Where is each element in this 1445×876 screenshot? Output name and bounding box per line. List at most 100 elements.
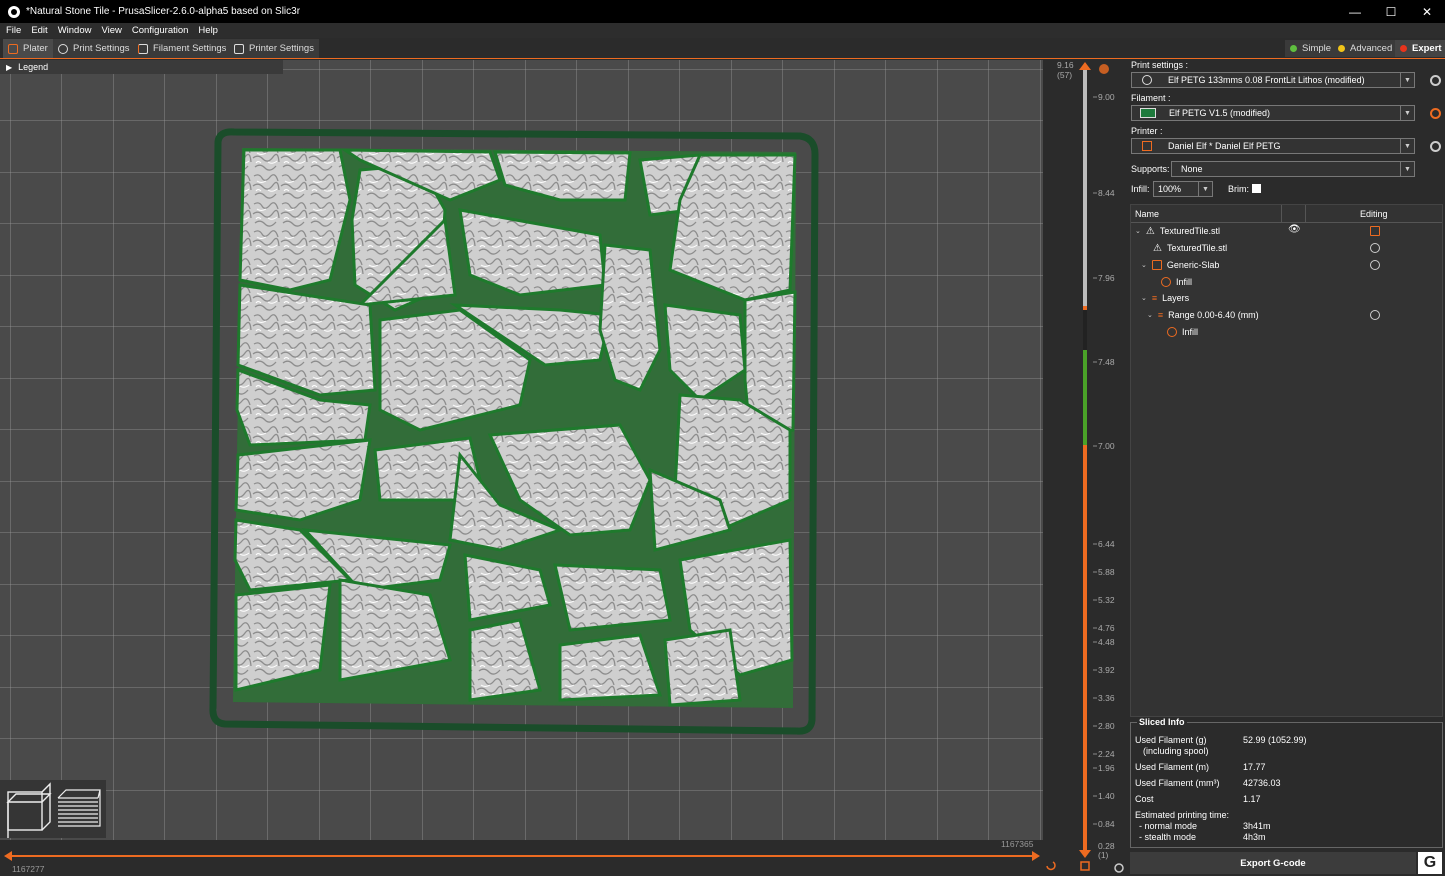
used-filament-m-label: Used Filament (m) xyxy=(1135,762,1210,772)
supports-label: Supports: xyxy=(1131,164,1170,174)
tab-plater[interactable]: Plater xyxy=(3,39,53,58)
print-settings-combo[interactable]: Elf PETG 133mms 0.08 FrontLit Lithos (mo… xyxy=(1131,72,1415,88)
filament-cog-icon[interactable] xyxy=(1430,108,1441,119)
infill-value: 100% xyxy=(1158,184,1182,194)
layer-lower-thumb[interactable] xyxy=(1079,850,1091,858)
filament-combo[interactable]: Elf PETG V1.5 (modified) ▼ xyxy=(1131,105,1415,121)
tree-object-row[interactable]: ⌄ ⚠ TexturedTile.stl xyxy=(1135,224,1220,238)
dropdown-arrow-icon: ▼ xyxy=(1400,162,1414,176)
tree-infill-label: Infill xyxy=(1176,277,1193,287)
legend-panel[interactable]: ▶ Legend xyxy=(0,60,283,74)
printer-value: Daniel Elf * Daniel Elf PETG xyxy=(1168,141,1281,151)
dropdown-arrow-icon: ▼ xyxy=(1198,182,1212,196)
mode-expert-button[interactable]: Expert xyxy=(1395,40,1445,57)
tree-modifier-row[interactable]: ⌄ Generic-Slab xyxy=(1141,258,1219,272)
printer-icon xyxy=(234,43,244,54)
slider-settings-cog-icon[interactable] xyxy=(1114,863,1124,873)
tree-part-row[interactable]: ⚠ TexturedTile.stl xyxy=(1153,241,1227,255)
horizontal-move-slider[interactable]: 1167277 1167365 xyxy=(0,839,1050,876)
modifier-icon xyxy=(1151,260,1162,270)
3d-view-icon[interactable] xyxy=(6,782,52,840)
printer-label: Printer : xyxy=(1131,126,1163,136)
maximize-button[interactable]: ☐ xyxy=(1373,0,1409,23)
tab-plater-label: Plater xyxy=(23,43,48,54)
print-settings-cog-icon[interactable] xyxy=(1430,75,1441,86)
filament-color-swatch xyxy=(1140,108,1156,118)
view-toolbar xyxy=(0,780,106,840)
menu-edit[interactable]: Edit xyxy=(31,25,47,36)
export-gcode-button[interactable]: Export G-code xyxy=(1130,852,1416,874)
infill-combo[interactable]: 100% ▼ xyxy=(1153,181,1213,197)
range-cog-icon[interactable] xyxy=(1370,310,1380,320)
mode-advanced-button[interactable]: Advanced xyxy=(1333,40,1398,57)
simple-dot-icon xyxy=(1290,45,1297,52)
infill-icon xyxy=(1167,327,1177,337)
slider-lower-thumb[interactable] xyxy=(4,851,12,861)
vslider-tick: 3.36 xyxy=(1098,693,1115,703)
part-cog-icon[interactable] xyxy=(1370,243,1380,253)
tree-range-infill-label: Infill xyxy=(1182,327,1199,337)
tree-modifier-label: Generic-Slab xyxy=(1166,260,1220,270)
layer-upper-thumb[interactable] xyxy=(1079,62,1091,70)
slider-upper-thumb[interactable] xyxy=(1032,851,1040,861)
menu-help[interactable]: Help xyxy=(198,25,218,36)
menu-window[interactable]: Window xyxy=(58,25,92,36)
cost-value: 1.17 xyxy=(1243,794,1261,804)
supports-combo[interactable]: None ▼ xyxy=(1171,161,1415,177)
tree-modifier-infill-row[interactable]: Infill xyxy=(1161,275,1192,289)
part-warning-icon: ⚠ xyxy=(1153,242,1162,254)
printer-icon xyxy=(1142,141,1152,151)
tab-print-settings-label: Print Settings xyxy=(73,43,130,54)
vslider-tick: 5.88 xyxy=(1098,567,1115,577)
layers-view-icon[interactable] xyxy=(57,789,101,827)
dropdown-arrow-icon: ▼ xyxy=(1400,73,1414,87)
vertical-layer-slider[interactable]: 9.16 (57) 9.00 8.44 7.96 7.48 7.00 6.44 … xyxy=(1043,60,1128,876)
vslider-tick: 2.24 xyxy=(1098,749,1115,759)
minimize-button[interactable]: — xyxy=(1337,0,1373,23)
menu-file[interactable]: File xyxy=(6,25,21,36)
menu-view[interactable]: View xyxy=(101,25,121,36)
vslider-tick: 8.44 xyxy=(1098,188,1115,198)
vslider-tick: 6.44 xyxy=(1098,539,1115,549)
eye-icon[interactable]: 👁 xyxy=(1288,224,1301,235)
object-list[interactable]: Name Editing ⌄ ⚠ TexturedTile.stl 👁 ⚠ Te… xyxy=(1130,204,1443,717)
brim-checkbox[interactable] xyxy=(1252,184,1261,193)
prusaslicer-logo-icon xyxy=(8,5,20,18)
print-settings-value: Elf PETG 133mms 0.08 FrontLit Lithos (mo… xyxy=(1168,75,1365,85)
vslider-tick: 7.48 xyxy=(1098,357,1115,367)
hslider-right-value: 1167365 xyxy=(1001,839,1034,849)
tree-layers-row[interactable]: ⌄ ≡ Layers xyxy=(1141,291,1189,305)
supports-value: None xyxy=(1181,164,1203,174)
used-filament-mm3-value: 42736.03 xyxy=(1243,778,1281,788)
edit-object-icon[interactable] xyxy=(1370,226,1380,236)
vslider-tick: 4.76 xyxy=(1098,623,1115,633)
3d-viewport[interactable]: ▶ Legend 1167277 1167365 xyxy=(0,60,1050,876)
vslider-tick: 7.00 xyxy=(1098,441,1115,451)
modifier-cog-icon[interactable] xyxy=(1370,260,1380,270)
tab-printer-settings-label: Printer Settings xyxy=(249,43,314,54)
tab-print-settings[interactable]: Print Settings xyxy=(53,39,135,58)
lock-icon[interactable] xyxy=(1080,861,1090,871)
used-filament-m-value: 17.77 xyxy=(1243,762,1266,772)
tab-printer-settings[interactable]: Printer Settings xyxy=(229,39,319,58)
tree-part-label: TexturedTile.stl xyxy=(1166,243,1228,253)
plater-icon xyxy=(8,43,18,54)
vslider-tick: 2.80 xyxy=(1098,721,1115,731)
stealth-mode-value: 4h3m xyxy=(1243,832,1266,842)
mode-simple-button[interactable]: Simple xyxy=(1285,40,1337,57)
vslider-tick: 9.00 xyxy=(1098,92,1115,102)
gcode-viewer-icon[interactable]: G xyxy=(1418,852,1442,874)
infill-icon xyxy=(1161,277,1171,287)
menu-configuration[interactable]: Configuration xyxy=(132,25,189,36)
upper-cog-icon[interactable] xyxy=(1099,64,1109,74)
tab-filament-settings[interactable]: Filament Settings xyxy=(133,39,232,58)
mode-simple-label: Simple xyxy=(1302,43,1332,54)
printer-cog-icon[interactable] xyxy=(1430,141,1441,152)
dropdown-arrow-icon: ▼ xyxy=(1400,139,1414,153)
sliced-info-title: Sliced Info xyxy=(1137,717,1187,727)
tree-range-row[interactable]: ⌄ ≡ Range 0.00-6.40 (mm) xyxy=(1147,308,1259,322)
tree-range-infill-row[interactable]: Infill xyxy=(1167,325,1198,339)
printer-combo[interactable]: Daniel Elf * Daniel Elf PETG ▼ xyxy=(1131,138,1415,154)
revert-icon[interactable] xyxy=(1046,861,1056,871)
close-button[interactable]: ✕ xyxy=(1409,0,1445,23)
